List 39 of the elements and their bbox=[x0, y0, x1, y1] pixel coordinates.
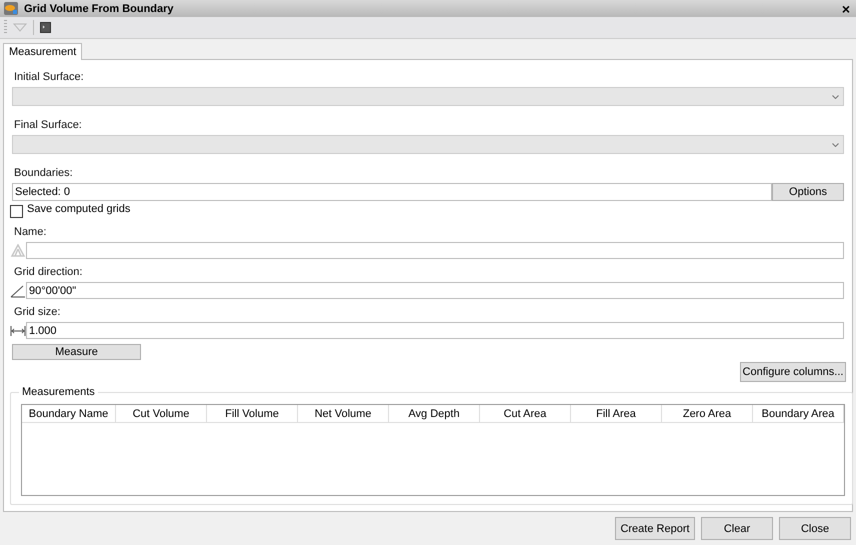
column-header[interactable]: Cut Area bbox=[480, 405, 571, 422]
group-title: Measurements bbox=[21, 386, 96, 398]
close-button[interactable]: × bbox=[842, 2, 850, 16]
angle-icon bbox=[10, 284, 26, 298]
column-header[interactable]: Boundary Area bbox=[753, 405, 844, 422]
footer-button[interactable]: Clear bbox=[701, 517, 773, 540]
field-label: Grid size: bbox=[13, 305, 62, 320]
chevron-icon bbox=[832, 142, 839, 146]
console-icon[interactable] bbox=[40, 22, 51, 33]
input-field[interactable]: 1.000 bbox=[26, 322, 844, 339]
configure-columns-button[interactable]: Configure columns... bbox=[740, 362, 846, 382]
dropdown-icon[interactable] bbox=[13, 23, 27, 32]
measure-button[interactable]: Measure bbox=[12, 344, 141, 360]
dimension-icon bbox=[10, 324, 26, 338]
footer-button[interactable]: Create Report bbox=[615, 517, 695, 540]
column-header[interactable]: Boundary Name bbox=[22, 405, 116, 422]
survey-point-icon bbox=[10, 244, 26, 258]
field-label: Boundaries: bbox=[13, 166, 74, 181]
selection-field: Selected: 0 bbox=[12, 183, 772, 201]
footer-button[interactable]: Close bbox=[779, 517, 851, 540]
tab[interactable]: Measurement bbox=[3, 43, 82, 60]
column-header[interactable]: Net Volume bbox=[298, 405, 389, 422]
input-field[interactable] bbox=[26, 242, 844, 259]
checkbox[interactable] bbox=[10, 205, 23, 218]
column-header[interactable]: Avg Depth bbox=[389, 405, 480, 422]
field-label: Name: bbox=[13, 225, 48, 240]
field-label: Initial Surface: bbox=[13, 70, 85, 85]
column-header[interactable]: Fill Area bbox=[571, 405, 662, 422]
column-header[interactable]: Fill Volume bbox=[207, 405, 298, 422]
field-label: Grid direction: bbox=[13, 265, 84, 280]
window-title: Grid Volume From Boundary bbox=[24, 2, 175, 14]
chevron-icon bbox=[832, 94, 839, 98]
app-icon bbox=[4, 2, 18, 15]
input-field[interactable]: 90°00'00" bbox=[26, 282, 844, 299]
field-label: Final Surface: bbox=[13, 118, 83, 133]
options-button[interactable]: Options bbox=[772, 183, 844, 201]
checkbox-label: Save computed grids bbox=[27, 202, 130, 214]
column-header[interactable]: Zero Area bbox=[662, 405, 753, 422]
column-header[interactable]: Cut Volume bbox=[116, 405, 207, 422]
